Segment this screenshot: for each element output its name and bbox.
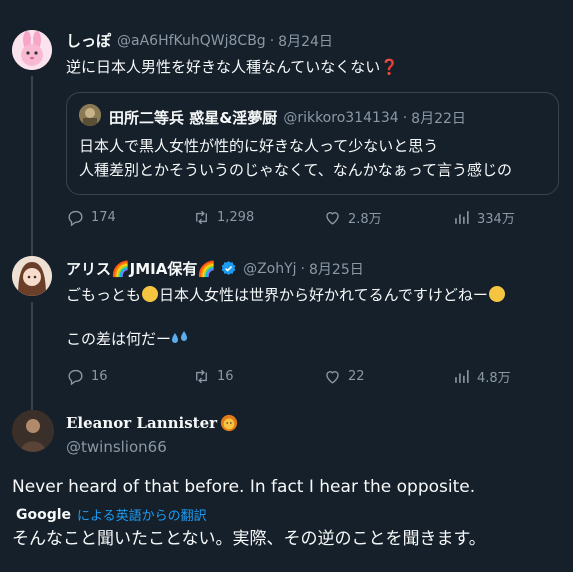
retweet-count: 1,298 xyxy=(217,210,255,225)
tweet-3[interactable]: Eleanor Lannister @twinslion66 Never hea… xyxy=(0,398,573,572)
avatar[interactable] xyxy=(12,256,52,296)
views-button[interactable]: 334万 xyxy=(452,208,515,227)
tweet-text: Never heard of that before. In fact I he… xyxy=(12,477,476,497)
separator-dot: · xyxy=(269,32,275,49)
text-fragment: この差は何だー xyxy=(66,330,172,348)
translate-link[interactable]: による英語からの翻訳 xyxy=(77,505,207,524)
reply-button[interactable]: 16 xyxy=(66,367,108,386)
tweet-text-line-2: この差は何だー xyxy=(66,328,189,350)
thread-line xyxy=(31,398,33,410)
tweet-date[interactable]: 8月25日 xyxy=(309,259,364,279)
verified-badge-icon xyxy=(221,261,236,275)
display-name[interactable]: Eleanor Lannister xyxy=(66,414,217,432)
retweet-button[interactable]: 16 xyxy=(192,367,234,386)
painting-avatar-icon xyxy=(12,410,54,452)
thread-line xyxy=(31,302,33,398)
quoted-tweet[interactable]: 田所二等兵 惑星&淫夢厨 @rikkoro314134 · 8月22日 日本人で… xyxy=(66,92,559,195)
tweet-date[interactable]: 8月24日 xyxy=(278,31,333,51)
soldier-avatar-icon xyxy=(79,104,101,126)
heart-icon xyxy=(326,212,339,225)
user-handle[interactable]: @ZohYj xyxy=(243,261,296,277)
separator-dot: · xyxy=(402,109,408,126)
like-count: 2.8万 xyxy=(348,212,382,227)
separator-dot: · xyxy=(300,260,305,277)
avatar[interactable] xyxy=(12,30,52,70)
display-name[interactable]: しっぽ xyxy=(66,30,111,51)
translated-text: そんなこと聞いたことない。実際、その逆のことを聞きます。 xyxy=(12,529,486,549)
user-handle[interactable]: @aA6HfKuhQWj8CBg xyxy=(117,33,266,49)
lion-emoji-icon xyxy=(220,414,238,432)
tweet-header: しっぽ @aA6HfKuhQWj8CBg · 8月24日 xyxy=(66,30,333,51)
retweet-button[interactable]: 1,298 xyxy=(192,208,254,227)
tweet-text: 逆に日本人男性を好きな人種なんていなくない❓ xyxy=(66,58,399,76)
view-count: 334万 xyxy=(477,212,515,227)
reply-button[interactable]: 174 xyxy=(66,208,116,227)
user-handle[interactable]: @twinslion66 xyxy=(66,438,167,456)
quote-user-handle: @rikkoro314134 xyxy=(283,109,399,126)
quote-text-line-1: 日本人で黒人女性が性的に好きな人って少ないと思う xyxy=(79,137,439,155)
anime-avatar-icon xyxy=(12,256,52,296)
retweet-icon xyxy=(196,210,207,225)
sweat-smile-emoji-icon xyxy=(142,286,159,302)
thread-line xyxy=(31,240,33,256)
thread-line xyxy=(31,76,33,246)
avatar[interactable] xyxy=(12,410,54,452)
tweet-header: アリス🌈JMIA保有🌈 @ZohYj · 8月25日 xyxy=(66,258,364,279)
tweet-header: Eleanor Lannister xyxy=(66,414,238,432)
text-fragment: ごもっとも xyxy=(66,286,142,304)
display-name[interactable]: アリス🌈JMIA保有🌈 xyxy=(66,258,216,279)
heart-icon xyxy=(326,371,339,384)
tweet-text-line-1: ごもっとも 日本人女性は世界から好かれてるんですけどねー xyxy=(66,284,506,306)
translation-attribution[interactable]: Google による英語からの翻訳 xyxy=(16,505,207,525)
quote-text-line-2: 人種差別とかそういうのじゃなくて、なんかなぁって言う感じの xyxy=(79,161,513,179)
like-button[interactable]: 22 xyxy=(323,367,365,386)
like-count: 22 xyxy=(348,369,365,384)
quote-date: 8月22日 xyxy=(411,110,466,127)
sweat-smile-emoji-icon xyxy=(488,286,505,302)
view-count: 4.8万 xyxy=(477,371,511,386)
retweet-icon xyxy=(196,369,207,384)
quote-header: 田所二等兵 惑星&淫夢厨 @rikkoro314134 · 8月22日 xyxy=(109,107,466,128)
sweat-droplets-icon xyxy=(172,331,188,343)
quote-display-name: 田所二等兵 惑星&淫夢厨 xyxy=(109,109,278,127)
reply-icon xyxy=(68,210,83,227)
bunny-avatar-icon xyxy=(12,30,52,70)
like-button[interactable]: 2.8万 xyxy=(323,208,382,227)
views-button[interactable]: 4.8万 xyxy=(452,367,511,386)
reply-count: 174 xyxy=(91,210,116,225)
avatar xyxy=(79,104,101,126)
tweet-1[interactable]: しっぽ @aA6HfKuhQWj8CBg · 8月24日 逆に日本人男性を好きな… xyxy=(0,0,573,246)
reply-count: 16 xyxy=(91,369,108,384)
analytics-icon xyxy=(455,370,469,383)
retweet-count: 16 xyxy=(217,369,234,384)
google-logo: Google xyxy=(16,506,72,523)
reply-icon xyxy=(68,369,83,386)
text-fragment: 日本人女性は世界から好かれてるんですけどねー xyxy=(159,286,488,304)
tweet-2[interactable]: アリス🌈JMIA保有🌈 @ZohYj · 8月25日 ごもっとも 日本人女性は世界… xyxy=(0,240,573,398)
analytics-icon xyxy=(455,211,469,224)
